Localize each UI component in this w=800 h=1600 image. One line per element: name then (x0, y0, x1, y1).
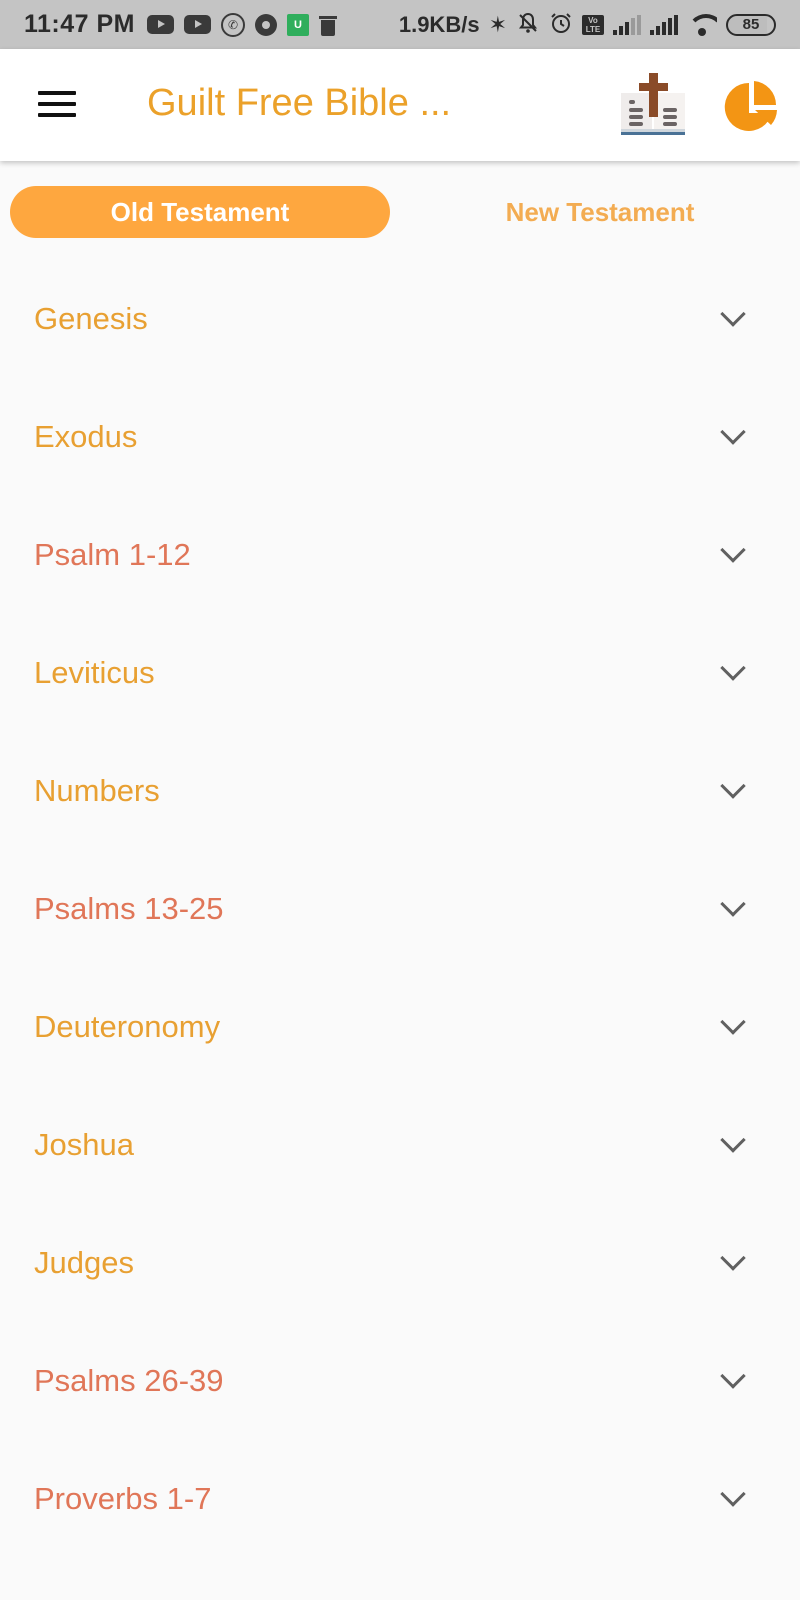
bible-book-icon[interactable] (618, 73, 688, 137)
list-item[interactable]: Psalms 13-25 (0, 850, 800, 968)
wifi-icon (687, 13, 717, 36)
book-name: Proverbs 1-7 (34, 1481, 212, 1516)
book-name: Joshua (34, 1127, 134, 1162)
chevron-down-icon[interactable] (720, 537, 746, 563)
pie-chart-icon[interactable] (722, 79, 782, 135)
book-name: Exodus (34, 419, 138, 454)
notification-icons: ✆ U (147, 12, 338, 37)
tab-old-testament[interactable]: Old Testament (10, 186, 390, 238)
signal-icon (650, 14, 678, 35)
tab-new-testament[interactable]: New Testament (410, 186, 790, 238)
book-list: Genesis Exodus Psalm 1-12 Leviticus Numb… (0, 260, 800, 1558)
list-item[interactable]: Exodus (0, 378, 800, 496)
list-item[interactable]: Deuteronomy (0, 968, 800, 1086)
chevron-down-icon[interactable] (720, 655, 746, 681)
chevron-down-icon[interactable] (720, 419, 746, 445)
bluetooth-icon: ✶ (488, 11, 507, 37)
chevron-down-icon[interactable] (720, 773, 746, 799)
chevron-down-icon[interactable] (720, 1245, 746, 1271)
whatsapp-icon: ✆ (221, 12, 246, 37)
system-icons: 1.9KB/s ✶ Vo LTE 85 (399, 11, 776, 39)
battery-level: 85 (742, 16, 760, 33)
volte-icon: Vo LTE (582, 14, 604, 35)
app-bar: Guilt Free Bible ... (0, 49, 800, 161)
status-time: 11:47 PM (24, 10, 136, 38)
list-item[interactable]: Numbers (0, 732, 800, 850)
network-speed: 1.9KB/s (398, 11, 480, 37)
book-name: Judges (34, 1245, 134, 1280)
volte-top-label: Vo (588, 15, 598, 25)
youtube-icon (147, 15, 175, 34)
book-name: Numbers (34, 773, 160, 808)
trash-icon (319, 14, 338, 36)
list-item[interactable]: Proverbs 1-7 (0, 1440, 800, 1558)
chevron-down-icon[interactable] (720, 1481, 746, 1507)
bell-off-icon (516, 11, 540, 39)
alarm-icon (549, 11, 573, 39)
list-item[interactable]: Psalm 1-12 (0, 496, 800, 614)
chevron-down-icon[interactable] (720, 301, 746, 327)
disc-icon (255, 13, 278, 36)
volte-bottom-label: LTE (585, 24, 601, 34)
list-item[interactable]: Judges (0, 1204, 800, 1322)
chevron-down-icon[interactable] (720, 1363, 746, 1389)
hamburger-menu-icon[interactable] (38, 89, 76, 119)
list-item[interactable]: Joshua (0, 1086, 800, 1204)
status-bar: 11:47 PM ✆ U 1.9KB/s ✶ Vo LTE 85 (0, 0, 800, 49)
book-name: Psalms 13-25 (34, 891, 224, 926)
chevron-down-icon[interactable] (720, 891, 746, 917)
list-item[interactable]: Genesis (0, 260, 800, 378)
youtube-icon (184, 15, 212, 34)
book-name: Psalm 1-12 (34, 537, 191, 572)
chevron-down-icon[interactable] (720, 1009, 746, 1035)
battery-icon: 85 (726, 13, 776, 36)
book-name: Psalms 26-39 (34, 1363, 224, 1398)
book-name: Leviticus (34, 655, 155, 690)
list-item[interactable]: Psalms 26-39 (0, 1322, 800, 1440)
list-item[interactable]: Leviticus (0, 614, 800, 732)
book-name: Genesis (34, 301, 148, 336)
testament-tabs: Old Testament New Testament (10, 186, 790, 238)
app-title: Guilt Free Bible ... (147, 82, 452, 124)
chevron-down-icon[interactable] (720, 1127, 746, 1153)
mi-app-icon: U (287, 13, 310, 36)
book-name: Deuteronomy (34, 1009, 221, 1044)
signal-icon (613, 14, 641, 35)
